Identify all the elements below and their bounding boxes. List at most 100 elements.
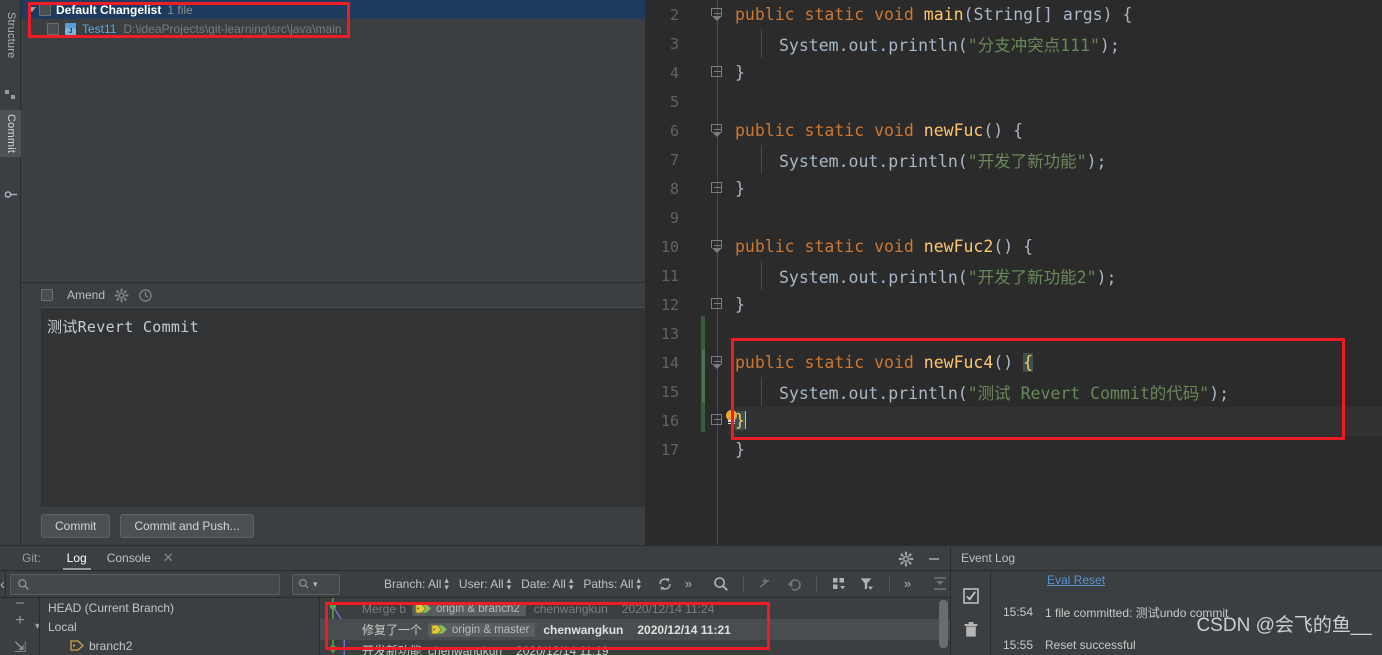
- commit-and-push-button[interactable]: Commit and Push...: [120, 514, 254, 538]
- log-filter-date[interactable]: Date: All ▴ ▾: [521, 576, 573, 592]
- indent-guide: [761, 29, 762, 58]
- branch-tree-pane[interactable]: – + ⇲ HEAD (Current Branch) ▾ Local branch2: [0, 598, 320, 655]
- code-line[interactable]: 8}: [645, 174, 1382, 203]
- code-line[interactable]: 4}: [645, 58, 1382, 87]
- file-checkbox[interactable]: [47, 22, 59, 35]
- refresh-icon[interactable]: [657, 576, 673, 592]
- fold-expand-icon[interactable]: [711, 8, 724, 21]
- fold-collapse-icon[interactable]: [711, 414, 724, 427]
- code-line[interactable]: 14 public static void newFuc4() {: [645, 348, 1382, 377]
- changes-tree[interactable]: Default Changelist 1 file Test11 D:\idea…: [21, 0, 645, 283]
- quick-search-dropdown[interactable]: ▾: [292, 573, 340, 595]
- code-text: public static void newFuc2() {: [735, 237, 1033, 256]
- code-line[interactable]: 12}: [645, 290, 1382, 319]
- tool-tab-structure[interactable]: Structure: [0, 8, 21, 62]
- collapse-all-icon[interactable]: [932, 576, 948, 592]
- overflow-icon[interactable]: »: [904, 576, 920, 592]
- chevron-left-icon[interactable]: ‹: [0, 570, 6, 598]
- overflow-icon[interactable]: »: [685, 576, 701, 592]
- search-icon: [18, 578, 29, 590]
- code-token: public: [735, 353, 805, 372]
- branch-item[interactable]: branch2: [0, 636, 319, 655]
- commit-row[interactable]: 开发新功能 chenwangkun 2020/12/14 11:19: [320, 640, 950, 655]
- code-line[interactable]: 2 public static void main(String[] args) …: [645, 0, 1382, 29]
- log-filter-paths[interactable]: Paths: All ▴ ▾: [583, 576, 641, 592]
- log-filter-branch[interactable]: Branch: All ▴ ▾: [384, 576, 449, 592]
- log-rows: Merge b origin & branch2 chenwangkun 2020/1…: [320, 598, 950, 655]
- fold-collapse-icon[interactable]: [711, 66, 724, 79]
- history-icon[interactable]: [138, 288, 153, 303]
- commit-message-input[interactable]: 测试Revert Commit: [21, 307, 645, 507]
- minus-icon[interactable]: –: [12, 598, 28, 611]
- plus-icon[interactable]: +: [12, 612, 28, 629]
- gear-icon[interactable]: [898, 551, 914, 567]
- commit-button-label: Commit: [55, 519, 97, 533]
- code-line[interactable]: 3 System.out.println("分支冲突点111");: [645, 29, 1382, 58]
- log-search-input[interactable]: [10, 573, 280, 595]
- line-number: 15: [660, 382, 679, 401]
- tool-tab-commit[interactable]: Commit: [0, 110, 21, 158]
- cherry-pick-icon[interactable]: [758, 576, 774, 592]
- code-token: void: [874, 353, 924, 372]
- fold-expand-icon[interactable]: [711, 240, 724, 253]
- gear-icon[interactable]: [114, 287, 129, 303]
- code-token: newFuc4: [923, 353, 994, 372]
- code-line[interactable]: 5: [645, 87, 1382, 116]
- code-line[interactable]: 6 public static void newFuc() {: [645, 116, 1382, 145]
- commit-ref-badge[interactable]: origin & branch2: [412, 601, 526, 616]
- changelist-checkbox[interactable]: [39, 3, 51, 16]
- branch-item[interactable]: ▾ Local: [0, 617, 319, 636]
- code-line[interactable]: 7 System.out.println("开发了新功能");: [645, 145, 1382, 174]
- text-caret: [744, 411, 746, 429]
- file-name: Test11: [82, 21, 117, 36]
- event-log-entry: 15:55 Reset successful: [991, 634, 1382, 655]
- indent-guide: [761, 145, 762, 174]
- show-details-icon[interactable]: [831, 576, 847, 592]
- chevron-down-icon[interactable]: [25, 3, 38, 16]
- code-line[interactable]: 15 System.out.println("测试 Revert Commit的代…: [645, 377, 1382, 406]
- code-editor[interactable]: 2 public static void main(String[] args) …: [645, 0, 1382, 545]
- fold-collapse-icon[interactable]: [711, 298, 724, 311]
- log-filter-label: User: All: [458, 577, 504, 591]
- code-token: void: [874, 5, 924, 24]
- minimize-icon[interactable]: [926, 551, 942, 567]
- commit-ref-badge[interactable]: origin & master: [428, 622, 536, 637]
- tab-log[interactable]: Log: [57, 548, 97, 570]
- close-icon[interactable]: ✕: [163, 550, 174, 566]
- event-log-time: 15:54: [1003, 605, 1034, 619]
- eval-reset-link[interactable]: Eval Reset: [1047, 573, 1105, 587]
- commit-row[interactable]: Merge b origin & branch2 chenwangkun 2020/1…: [320, 598, 950, 619]
- changelist-row[interactable]: Default Changelist 1 file: [21, 0, 645, 19]
- log-filter-label: Branch: All: [384, 577, 442, 591]
- line-number: 12: [660, 295, 679, 314]
- log-filter-user[interactable]: User: All ▴ ▾: [458, 576, 511, 592]
- fold-collapse-icon[interactable]: [711, 182, 724, 195]
- collapse-icon[interactable]: ⇲: [12, 638, 28, 655]
- fold-expand-icon[interactable]: [711, 124, 724, 137]
- tab-console[interactable]: Console: [97, 548, 161, 569]
- code-line[interactable]: 13: [645, 319, 1382, 348]
- search-icon[interactable]: [713, 576, 729, 592]
- code-line[interactable]: 17}: [645, 435, 1382, 464]
- line-number: 14: [660, 353, 679, 372]
- fold-expand-icon[interactable]: [711, 356, 724, 369]
- filter-icon[interactable]: [859, 576, 875, 592]
- commit-button[interactable]: Commit: [41, 514, 111, 538]
- log-scrollbar[interactable]: [939, 600, 948, 648]
- mark-read-icon[interactable]: [962, 587, 980, 605]
- code-line[interactable]: 9: [645, 203, 1382, 232]
- amend-checkbox[interactable]: [41, 289, 53, 301]
- commit-row[interactable]: 修复了一个 origin & master chenwangkun 2020/12/1…: [320, 619, 950, 640]
- code-line[interactable]: 10 public static void newFuc2() {: [645, 232, 1382, 261]
- code-token: }: [735, 63, 745, 82]
- commit-log-pane[interactable]: Merge b origin & branch2 chenwangkun 2020/1…: [320, 598, 950, 655]
- code-line[interactable]: 16}: [645, 406, 1382, 435]
- changed-file-row[interactable]: Test11 D:\ideaProjects\git-learning\src\…: [21, 19, 645, 38]
- commit-message-text: 测试Revert Commit: [47, 318, 199, 336]
- tab-console-label: Console: [106, 550, 151, 565]
- code-line[interactable]: 11 System.out.println("开发了新功能2");: [645, 261, 1382, 290]
- trash-icon[interactable]: [962, 621, 980, 639]
- revert-icon[interactable]: [786, 576, 802, 592]
- intention-bulb-icon[interactable]: [725, 410, 738, 425]
- branch-item[interactable]: HEAD (Current Branch): [0, 598, 319, 617]
